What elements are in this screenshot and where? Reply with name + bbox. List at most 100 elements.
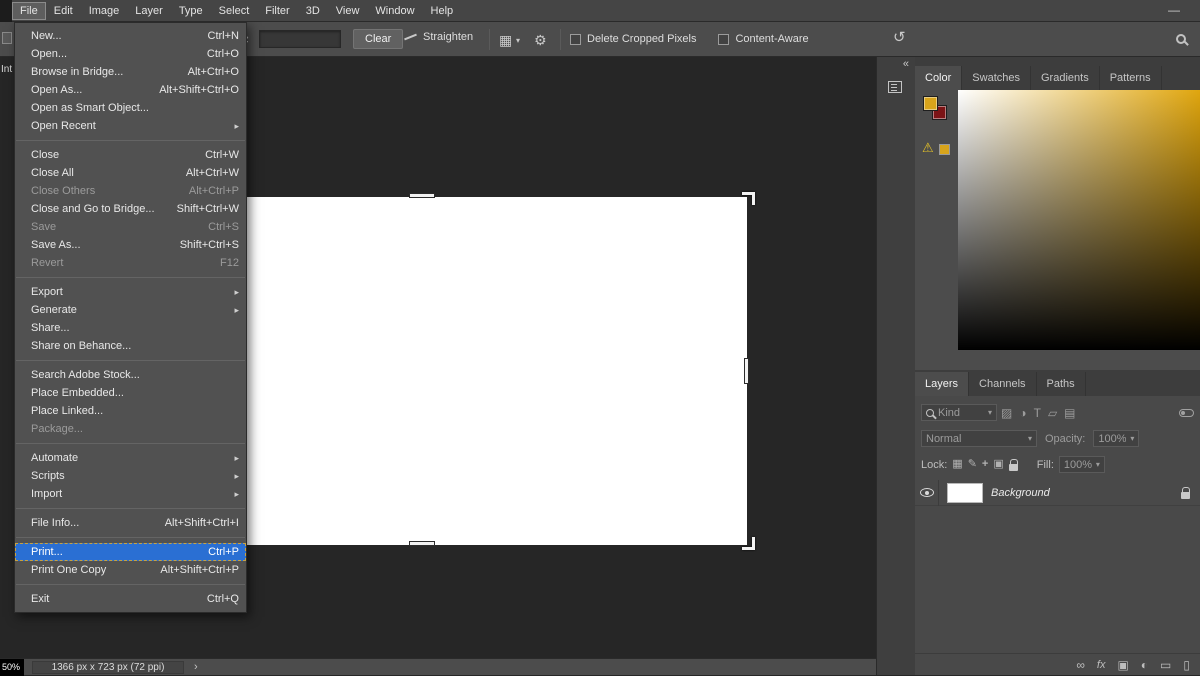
menu-item-save-as[interactable]: Save As...Shift+Ctrl+S [15,236,246,254]
search-icon[interactable] [1176,34,1186,44]
menu-item-file-info[interactable]: File Info...Alt+Shift+Ctrl+I [15,514,246,532]
filter-adjustment-layers-icon[interactable]: ◑ [1019,407,1026,419]
menu-item-close-all[interactable]: Close AllAlt+Ctrl+W [15,164,246,182]
menu-item-open-as-smart-object[interactable]: Open as Smart Object... [15,99,246,117]
overlay-grid-icon[interactable]: ▦ [499,33,512,47]
crop-handle-top-center[interactable] [409,193,435,198]
tab-swatches[interactable]: Swatches [962,66,1031,90]
collapsed-panel-icon[interactable] [888,81,902,93]
menu-item-open-as[interactable]: Open As...Alt+Shift+Ctrl+O [15,81,246,99]
menu-item-automate[interactable]: Automate▸ [15,449,246,467]
menu-item-new[interactable]: New...Ctrl+N [15,27,246,45]
menubar-window[interactable]: Window [367,2,422,20]
status-bar: 50% 1366 px x 723 px (72 ppi) › [0,658,876,675]
menu-item-share-on-behance[interactable]: Share on Behance... [15,337,246,355]
menu-item-search-adobe-stock[interactable]: Search Adobe Stock... [15,366,246,384]
blend-mode-select[interactable]: Normal ▾ [921,430,1037,447]
menu-item-place-linked[interactable]: Place Linked... [15,402,246,420]
lock-position-icon[interactable]: + [982,459,988,470]
menu-item-close-others[interactable]: Close OthersAlt+Ctrl+P [15,182,246,200]
menu-item-share[interactable]: Share... [15,319,246,337]
filter-type-layers-icon[interactable]: T [1034,407,1041,419]
menu-item-print-one-copy[interactable]: Print One CopyAlt+Shift+Ctrl+P [15,561,246,579]
layers-panel-tabbar: LayersChannelsPaths [915,370,1200,396]
filter-shape-layers-icon[interactable]: ▱ [1048,407,1057,419]
menu-item-print[interactable]: Print...Ctrl+P [15,543,246,561]
menubar-type[interactable]: Type [171,2,211,20]
crop-handle-top-right[interactable] [742,192,755,205]
menubar-image[interactable]: Image [81,2,128,20]
lock-artboard-icon[interactable]: ▣ [993,459,1003,470]
layer-filter-toggle[interactable] [1179,409,1194,417]
tab-layers[interactable]: Layers [915,372,969,396]
menu-separator [16,584,245,585]
menu-item-scripts[interactable]: Scripts▸ [15,467,246,485]
tab-paths[interactable]: Paths [1037,372,1086,396]
crop-settings-gear-icon[interactable]: ⚙ [534,33,547,47]
menu-item-save[interactable]: SaveCtrl+S [15,218,246,236]
menubar-view[interactable]: View [328,2,368,20]
reset-tool-icon[interactable]: ↺ [893,31,906,45]
new-group-icon[interactable]: ▭ [1160,659,1171,671]
lock-all-icon[interactable] [1009,464,1018,471]
new-layer-icon[interactable]: ▯ [1183,659,1190,671]
checkbox-content-aware[interactable]: Content-Aware [718,33,808,45]
menu-item-import[interactable]: Import▸ [15,485,246,503]
tab-channels[interactable]: Channels [969,372,1036,396]
tool-preset-icon[interactable] [2,32,12,44]
status-chevron-icon[interactable]: › [194,661,198,673]
layer-visibility-toggle[interactable] [915,480,939,506]
lock-transparency-icon[interactable]: ▦ [952,459,962,470]
menubar-file[interactable]: File [12,2,46,20]
menubar-help[interactable]: Help [423,2,462,20]
gamut-warning-icon[interactable]: ⚠ [922,140,934,156]
menu-item-open-recent[interactable]: Open Recent▸ [15,117,246,135]
tab-color[interactable]: Color [915,66,962,90]
color-field[interactable] [958,90,1200,350]
menubar-edit[interactable]: Edit [46,2,81,20]
menubar-layer[interactable]: Layer [127,2,171,20]
menubar-filter[interactable]: Filter [257,2,297,20]
layer-row-background[interactable]: Background [915,480,1200,506]
collapse-panels-icon[interactable]: « [903,58,909,70]
menu-item-generate[interactable]: Generate▸ [15,301,246,319]
menu-item-label: Close Others [31,185,177,197]
menu-item-exit[interactable]: ExitCtrl+Q [15,590,246,608]
clear-button[interactable]: Clear [353,29,403,49]
crop-handle-bottom-center[interactable] [409,541,435,546]
link-layers-icon[interactable]: ∞ [1076,659,1085,671]
layer-effects-icon[interactable]: fx [1097,659,1106,671]
fill-select[interactable]: 100% ▾ [1059,456,1105,473]
crop-ratio-input[interactable] [259,30,341,48]
menu-item-package[interactable]: Package... [15,420,246,438]
opacity-select[interactable]: 100% ▾ [1093,430,1139,447]
menu-item-revert[interactable]: RevertF12 [15,254,246,272]
filter-pixel-layers-icon[interactable]: ▨ [1001,407,1012,419]
layer-mask-icon[interactable]: ▣ [1117,659,1128,671]
tab-patterns[interactable]: Patterns [1100,66,1162,90]
crop-handle-right-middle[interactable] [744,358,749,384]
overlay-grid-caret-icon[interactable]: ▾ [516,36,520,45]
adjustment-layer-icon[interactable]: ◐ [1141,659,1148,671]
menu-item-browse-in-bridge[interactable]: Browse in Bridge...Alt+Ctrl+O [15,63,246,81]
checkbox-delete-cropped-pixels[interactable]: Delete Cropped Pixels [570,33,696,45]
gamut-swatch[interactable] [939,144,950,155]
menu-item-open[interactable]: Open...Ctrl+O [15,45,246,63]
menubar-select[interactable]: Select [211,2,258,20]
layers-panel: Kind ▾ ▨◑T▱▤ Normal ▾ Opacity: 100% ▾ Lo… [915,396,1200,675]
lock-pixels-icon[interactable]: ✎ [968,459,977,470]
filter-smart-objects-icon[interactable]: ▤ [1064,407,1075,419]
straighten-button[interactable]: Straighten [404,31,473,43]
layer-thumbnail[interactable] [947,483,983,503]
menubar-3d[interactable]: 3D [298,2,328,20]
minimize-button[interactable]: — [1162,1,1186,19]
layer-filter-kind-select[interactable]: Kind ▾ [921,404,997,421]
menu-item-close[interactable]: CloseCtrl+W [15,146,246,164]
menu-item-export[interactable]: Export▸ [15,283,246,301]
menu-item-close-and-go-to-bridge[interactable]: Close and Go to Bridge...Shift+Ctrl+W [15,200,246,218]
zoom-level-field[interactable]: 50% [0,659,24,676]
crop-handle-bottom-right[interactable] [742,537,755,550]
foreground-swatch[interactable] [923,96,938,111]
tab-gradients[interactable]: Gradients [1031,66,1100,90]
menu-item-place-embedded[interactable]: Place Embedded... [15,384,246,402]
